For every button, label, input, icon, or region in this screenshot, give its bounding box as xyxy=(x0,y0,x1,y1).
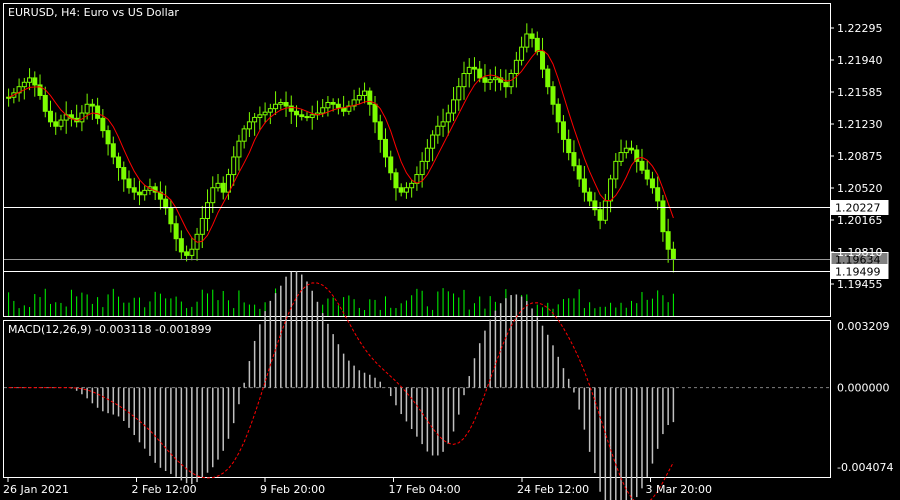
price-level-box[interactable]: 1.20227 xyxy=(830,200,889,215)
price-tick-label: 1.20520 xyxy=(837,182,883,195)
price-tick-label: 1.19810 xyxy=(837,246,883,259)
price-level-box[interactable]: 1.19499 xyxy=(830,264,889,279)
indicator-title: MACD(12,26,9) -0.003118 -0.001899 xyxy=(8,323,211,336)
price-tick-label: 1.20165 xyxy=(837,214,883,227)
price-axis[interactable]: 1.22295 1.21940 1.21585 1.21230 1.20875 1.205… xyxy=(830,22,883,291)
macd-tick-label: 0.003209 xyxy=(837,320,890,333)
price-level-label: 1.19499 xyxy=(835,266,881,279)
time-tick-label: 2 Feb 12:00 xyxy=(132,483,197,496)
price-tick-label: 1.22295 xyxy=(837,22,883,35)
macd-axis[interactable]: 0.003209 0.000000 -0.004074 xyxy=(837,320,893,474)
time-tick-label: 24 Feb 12:00 xyxy=(517,483,589,496)
price-tick-label: 1.20875 xyxy=(837,150,883,163)
time-tick-label: 3 Mar 20:00 xyxy=(646,483,712,496)
price-tick-label: 1.21230 xyxy=(837,118,883,131)
price-tick-label: 1.21940 xyxy=(837,54,883,67)
time-tick-label: 9 Feb 20:00 xyxy=(260,483,325,496)
price-tick-label: 1.19455 xyxy=(837,278,883,291)
price-pane[interactable] xyxy=(3,3,831,317)
macd-tick-label: -0.004074 xyxy=(837,461,893,474)
price-level-label: 1.20227 xyxy=(835,202,881,215)
time-tick-label: 26 Jan 2021 xyxy=(3,483,69,496)
time-tick-label: 17 Feb 04:00 xyxy=(389,483,461,496)
symbol-title: EURUSD, H4: Euro vs US Dollar xyxy=(8,6,179,19)
price-tick-label: 1.21585 xyxy=(837,86,883,99)
macd-tick-label: 0.000000 xyxy=(837,382,890,395)
chart-canvas[interactable]: 1.202271.196341.19499 EURUSD, H4: Euro v… xyxy=(0,0,900,500)
